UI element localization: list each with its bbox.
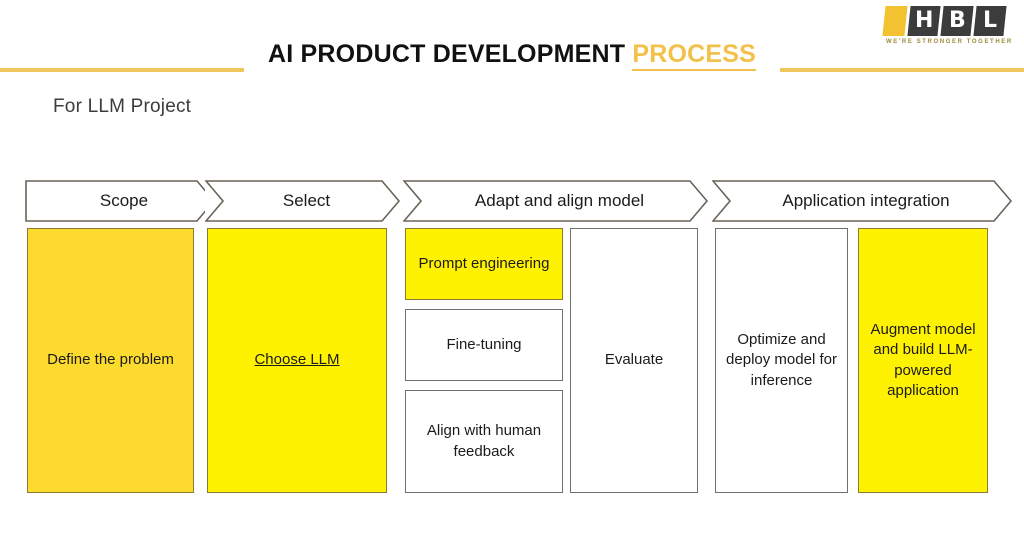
stage-label-adapt: Adapt and align model [474,191,645,210]
box-fine-tuning-label: Fine-tuning [446,335,522,353]
logo-tagline: WE'RE STRONGER TOGETHER [886,39,1013,45]
box-optimize-and-deploy-label: Optimize and deploy model for inference [726,331,837,389]
box-define-the-problem[interactable]: Define the problem [27,228,194,493]
stage-chevron-select[interactable]: Select [205,180,400,222]
box-fine-tuning[interactable]: Fine-tuning [405,309,563,381]
stage-label-scope: Scope [99,191,149,210]
header-rule-right [780,68,1024,72]
box-align-with-human-feedback[interactable]: Align with human feedback [405,390,563,493]
page-title-main: AI PRODUCT DEVELOPMENT [268,40,633,68]
box-augment-model[interactable]: Augment model and build LLM-powered appl… [858,228,988,493]
page-title-accent: PROCESS [632,40,756,71]
stage-chevron-band: Scope Select Adapt and align model Appli… [0,180,1024,222]
box-evaluate-label: Evaluate [604,351,664,369]
logo-letter-b: B [940,6,974,36]
logo-letter-l-text: L [982,8,998,33]
box-optimize-and-deploy[interactable]: Optimize and deploy model for inference [715,228,848,493]
stage-chevron-application[interactable]: Application integration [712,180,1012,222]
logo-letter-b-text: B [948,8,966,33]
stage-label-application: Application integration [782,191,950,210]
box-align-with-human-feedback-label: Align with human feedback [426,422,542,460]
box-prompt-engineering-label: Prompt engineering [418,254,550,272]
logo-bar-icon [882,6,908,36]
box-prompt-engineering[interactable]: Prompt engineering [405,228,563,300]
logo-letter-h-text: H [914,8,934,33]
box-choose-llm-label: Choose LLM [254,351,340,369]
box-evaluate[interactable]: Evaluate [570,228,698,493]
box-define-the-problem-label: Define the problem [47,351,174,369]
stage-chevron-adapt[interactable]: Adapt and align model [403,180,708,222]
stage-content-boxes: Define the problem Choose LLM Prompt eng… [0,228,1024,494]
box-augment-model-label: Augment model and build LLM-powered appl… [870,321,976,399]
box-choose-llm[interactable]: Choose LLM [207,228,387,493]
logo-letter-h: H [907,6,941,36]
page-title: AI PRODUCT DEVELOPMENT PROCESS [0,40,1024,71]
header-rule-left [0,68,244,72]
hbl-logo: H B L WE'RE STRONGER TOGETHER [882,6,1020,50]
logo-mark: H B L [882,6,1007,36]
stage-label-select: Select [282,191,331,210]
logo-letter-l: L [973,6,1007,36]
page-subtitle: For LLM Project [53,96,192,117]
stage-chevron-scope[interactable]: Scope [25,180,215,222]
page-header: AI PRODUCT DEVELOPMENT PROCESS H B L WE'… [0,0,1024,80]
